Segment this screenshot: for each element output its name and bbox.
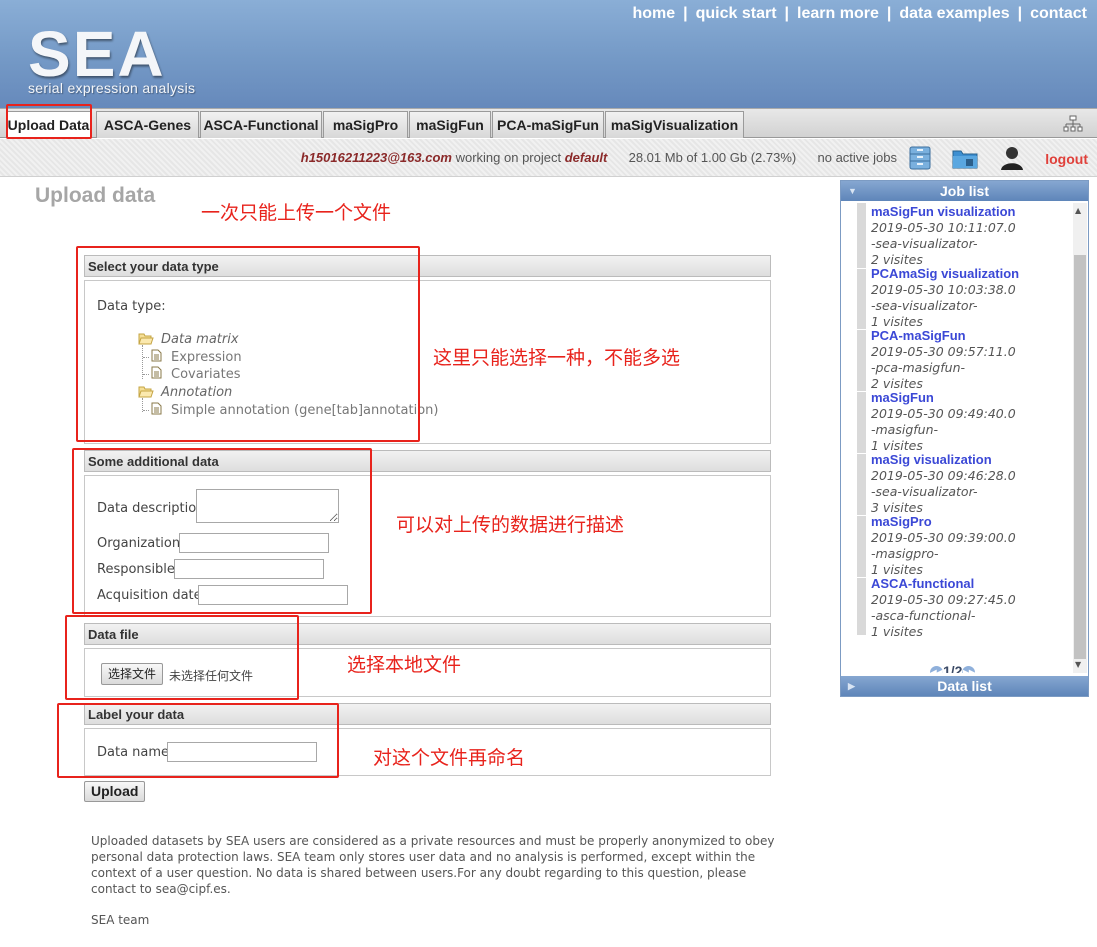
- scroll-down-icon[interactable]: ▼: [1075, 660, 1081, 669]
- job-item[interactable]: PCA-maSigFun 2019-05-30 09:57:11.0 -pca-…: [871, 328, 1071, 392]
- project-name[interactable]: default: [565, 150, 608, 165]
- job-date: 2019-05-30 10:03:38.0: [871, 282, 1016, 297]
- annotation-text: 可以对上传的数据进行描述: [396, 514, 625, 536]
- annotation-box: [76, 246, 420, 442]
- job-list-panel: ▼ Job list maSigFun visualization 2019-0…: [840, 180, 1089, 697]
- job-name-link[interactable]: maSigPro: [871, 514, 1071, 530]
- tab-pca-masigfun[interactable]: PCA-maSigFun: [492, 111, 604, 138]
- job-name-link[interactable]: maSig visualization: [871, 452, 1071, 468]
- user-icon[interactable]: [998, 144, 1026, 172]
- working-text: working on project: [455, 150, 562, 165]
- job-name-link[interactable]: PCAmaSig visualization: [871, 266, 1071, 282]
- job-tag: -masigpro-: [871, 546, 939, 561]
- annotation-text: 选择本地文件: [347, 654, 462, 676]
- annotation-text: 一次只能上传一个文件: [201, 202, 392, 224]
- tool-tabs-bar: Upload Data ASCA-Genes ASCA-Functional m…: [0, 108, 1097, 138]
- top-nav: home | quick start | learn more | data example…: [632, 5, 1087, 23]
- nav-home-link[interactable]: home: [632, 5, 675, 22]
- nav-data-examples-link[interactable]: data examples: [899, 5, 1009, 22]
- job-date: 2019-05-30 09:57:11.0: [871, 344, 1016, 359]
- job-item[interactable]: maSigFun 2019-05-30 09:49:40.0 -masigfun…: [871, 390, 1071, 454]
- job-list-scrollbar[interactable]: ▲ ▼: [1073, 203, 1087, 673]
- job-visits: 1 visites: [871, 624, 923, 639]
- signoff-text: SEA team: [91, 913, 150, 927]
- scroll-up-icon[interactable]: ▲: [1075, 206, 1081, 215]
- user-email: h15016211223@163.com: [300, 150, 452, 165]
- page-title: Upload data: [35, 184, 156, 207]
- jobs-status: no active jobs: [817, 150, 898, 165]
- job-name-link[interactable]: maSigFun visualization: [871, 204, 1071, 220]
- scrollbar-thumb[interactable]: [1074, 255, 1086, 659]
- job-tag: -asca-functional-: [871, 608, 976, 623]
- database-icon[interactable]: [906, 144, 934, 172]
- job-date: 2019-05-30 09:39:00.0: [871, 530, 1016, 545]
- job-name-link[interactable]: ASCA-functional: [871, 576, 1071, 592]
- job-name-link[interactable]: maSigFun: [871, 390, 1071, 406]
- collapse-arrow-icon[interactable]: ▼: [848, 181, 857, 201]
- logo-subtitle: serial expression analysis: [28, 80, 196, 96]
- job-tag: -sea-visualizator-: [871, 484, 978, 499]
- nav-contact-link[interactable]: contact: [1030, 5, 1087, 22]
- job-date: 2019-05-30 10:11:07.0: [871, 220, 1016, 235]
- nav-quick-start-link[interactable]: quick start: [696, 5, 777, 22]
- expand-arrow-icon[interactable]: ▶: [848, 676, 855, 696]
- job-name-link[interactable]: PCA-maSigFun: [871, 328, 1071, 344]
- nav-separator: |: [784, 5, 790, 22]
- logo-title: SEA: [28, 18, 166, 90]
- data-list-title: Data list: [937, 678, 992, 694]
- nav-separator: |: [1017, 5, 1023, 22]
- site-header: home | quick start | learn more | data example…: [0, 0, 1097, 108]
- nav-learn-more-link[interactable]: learn more: [797, 5, 879, 22]
- storage-quota: 28.01 Mb of 1.00 Gb (2.73%): [628, 150, 797, 165]
- tab-masigvisualization[interactable]: maSigVisualization: [605, 111, 744, 138]
- annotation-box: [6, 104, 92, 139]
- job-list-scroll-area[interactable]: maSigFun visualization 2019-05-30 10:11:…: [842, 203, 1088, 673]
- job-item[interactable]: maSigPro 2019-05-30 09:39:00.0 -masigpro…: [871, 514, 1071, 578]
- job-list-pager: ◀◀1/2▶▶: [930, 663, 976, 673]
- sea-logo[interactable]: SEA serial expression analysis: [24, 22, 224, 102]
- tab-masigfun[interactable]: maSigFun: [409, 111, 491, 138]
- nav-separator: |: [683, 5, 688, 22]
- data-list-header[interactable]: ▶ Data list: [841, 676, 1088, 696]
- job-tag: -masigfun-: [871, 422, 939, 437]
- status-text: h15016211223@163.com working on project …: [301, 150, 897, 165]
- tab-asca-functional[interactable]: ASCA-Functional: [200, 111, 322, 138]
- privacy-disclaimer: Uploaded datasets by SEA users are consi…: [91, 834, 775, 896]
- upload-button[interactable]: Upload: [84, 781, 146, 802]
- next-page-icon[interactable]: ▶▶: [962, 666, 976, 673]
- logout-link[interactable]: logout: [1045, 151, 1088, 167]
- job-tag: -sea-visualizator-: [871, 298, 978, 313]
- annotation-text: 对这个文件再命名: [373, 747, 526, 769]
- job-tag: -pca-masigfun-: [871, 360, 966, 375]
- sitemap-icon[interactable]: [1063, 115, 1083, 133]
- job-list-title: Job list: [939, 183, 989, 199]
- job-item[interactable]: PCAmaSig visualization 2019-05-30 10:03:…: [871, 266, 1071, 330]
- annotation-box: [72, 448, 372, 614]
- folder-icon[interactable]: [951, 144, 979, 172]
- previous-page-icon[interactable]: ◀◀: [930, 666, 943, 673]
- annotation-box: [57, 703, 339, 778]
- job-item[interactable]: ASCA-functional 2019-05-30 09:27:45.0 -a…: [871, 576, 1071, 640]
- job-list-header[interactable]: ▼ Job list: [841, 181, 1088, 201]
- annotation-box: [65, 615, 299, 700]
- tab-asca-genes[interactable]: ASCA-Genes: [96, 111, 199, 138]
- page-indicator: 1/2: [943, 663, 963, 673]
- job-tag: -sea-visualizator-: [871, 236, 978, 251]
- job-date: 2019-05-30 09:49:40.0: [871, 406, 1016, 421]
- job-item[interactable]: maSig visualization 2019-05-30 09:46:28.…: [871, 452, 1071, 516]
- status-bar: h15016211223@163.com working on project …: [0, 139, 1097, 177]
- tab-masigpro[interactable]: maSigPro: [323, 111, 408, 138]
- job-date: 2019-05-30 09:46:28.0: [871, 468, 1016, 483]
- job-date: 2019-05-30 09:27:45.0: [871, 592, 1016, 607]
- job-item[interactable]: maSigFun visualization 2019-05-30 10:11:…: [871, 204, 1071, 268]
- annotation-text: 这里只能选择一种，不能多选: [433, 347, 681, 369]
- nav-separator: |: [886, 5, 892, 22]
